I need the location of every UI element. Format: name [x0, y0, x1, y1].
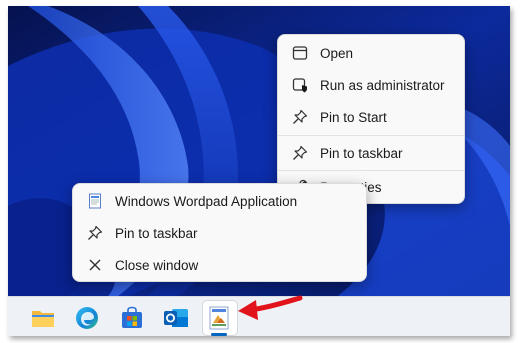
menu-separator [278, 135, 464, 136]
menu-item-wordpad-app[interactable]: Windows Wordpad Application [73, 185, 366, 217]
taskbar-running-indicator [211, 333, 227, 336]
taskbar-context-menu: Windows Wordpad Application Pin to taskb… [72, 183, 367, 282]
red-arrow-annotation [238, 295, 303, 320]
close-icon [85, 255, 105, 275]
screenshot-frame: Open Run as administrator Pin to Start P… [8, 6, 510, 336]
pin-icon [85, 223, 105, 243]
wordpad-icon [85, 191, 105, 211]
outlook-icon[interactable] [163, 305, 189, 331]
menu-item-label: Open [320, 45, 354, 61]
wordpad-icon[interactable] [206, 305, 232, 331]
menu-item-run-as-admin[interactable]: Run as administrator [278, 69, 464, 101]
menu-item-label: Windows Wordpad Application [115, 193, 298, 209]
pin-icon [290, 143, 310, 163]
app-context-menu: Open Run as administrator Pin to Start P… [277, 34, 465, 204]
taskbar [8, 295, 510, 336]
menu-item-pin-to-taskbar[interactable]: Pin to taskbar [73, 217, 366, 249]
edge-icon[interactable] [74, 305, 100, 331]
menu-item-label: Pin to Start [320, 109, 387, 125]
shield-icon [290, 75, 310, 95]
menu-item-label: Pin to taskbar [320, 145, 403, 161]
microsoft-store-icon[interactable] [119, 305, 145, 331]
menu-item-open[interactable]: Open [278, 37, 464, 69]
menu-item-label: Close window [115, 257, 199, 273]
menu-item-pin-to-taskbar[interactable]: Pin to taskbar [278, 137, 464, 169]
file-explorer-icon[interactable] [30, 305, 56, 331]
menu-item-close-window[interactable]: Close window [73, 249, 366, 281]
pin-icon [290, 107, 310, 127]
window-icon [290, 43, 310, 63]
menu-item-pin-to-start[interactable]: Pin to Start [278, 101, 464, 133]
menu-item-label: Pin to taskbar [115, 225, 198, 241]
menu-item-label: Run as administrator [320, 77, 445, 93]
